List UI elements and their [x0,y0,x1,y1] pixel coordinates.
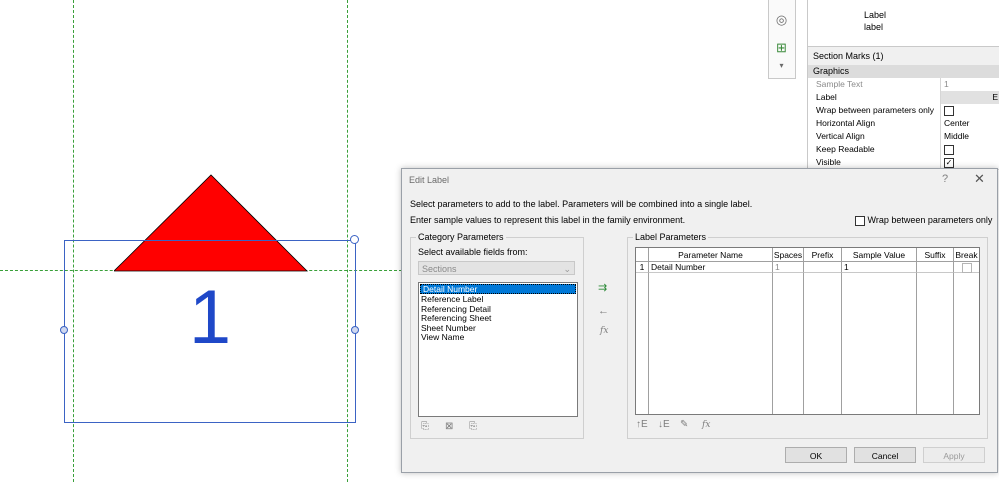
type-label: Label [864,10,887,20]
prop-row-keep-readable: Keep Readable [808,143,999,157]
rotate-handle-icon[interactable] [350,235,359,244]
column-header-prefix[interactable]: Prefix [804,248,842,262]
column-header-break[interactable]: Break [954,248,979,262]
prop-row-sample-text: Sample Text 1 [808,78,999,92]
cancel-button[interactable]: Cancel [854,447,916,463]
wrap-option: Wrap between parameters only [855,215,992,226]
edit-parameter-icon[interactable]: ⊠ [445,421,453,432]
chevron-down-icon[interactable]: ▾ [774,58,789,73]
label-edit-button[interactable]: E [940,91,999,104]
column-header-parameter-name[interactable]: Parameter Name [649,248,773,262]
available-fields-list[interactable]: Detail Number Reference Label Referencin… [418,282,578,417]
delete-parameter-icon[interactable]: ⎘ [469,421,477,432]
instruction-text-1: Select parameters to add to the label. P… [410,199,753,209]
add-parameter-icon[interactable]: ⇉ [598,281,607,294]
steering-wheel-icon[interactable]: ◎ [774,12,789,27]
navigation-bar: ◎ ⊞ ▾ [768,0,796,79]
cell-parameter-name[interactable]: Detail Number [649,262,773,273]
properties-palette: Label label Section Marks (1) Graphics S… [807,0,999,170]
help-icon[interactable]: ? [942,173,948,185]
cell-spaces[interactable]: 1 [773,262,804,273]
column-header-suffix[interactable]: Suffix [917,248,954,262]
chevron-down-icon: ⌄ [563,264,571,274]
label-parameters-legend: Label Parameters [633,232,709,242]
row-number-header [636,248,649,262]
type-selector[interactable]: Label label [808,0,999,47]
instance-selector[interactable]: Section Marks (1) [813,51,884,61]
prop-row-vertical-align: Vertical Align Middle [808,130,999,144]
remove-parameter-icon[interactable]: ← [598,305,609,317]
formula-edit-icon[interactable]: fx [702,420,710,430]
prop-row-wrap: Wrap between parameters only [808,104,999,118]
keep-readable-checkbox[interactable] [944,144,954,155]
group-graphics-header[interactable]: Graphics [808,65,999,78]
zoom-region-icon[interactable]: ⊞ [774,40,789,55]
fields-label: Select available fields from: [418,247,528,257]
move-up-icon[interactable]: ↑E [636,419,648,430]
cell-sample-value[interactable]: 1 [842,262,917,273]
instruction-text-2: Enter sample values to represent this la… [410,215,686,225]
cell-suffix[interactable] [917,262,954,273]
close-icon[interactable]: ✕ [974,171,985,187]
row-number: 1 [636,262,649,273]
cell-break [954,262,979,273]
category-parameters-legend: Category Parameters [416,232,506,242]
formula-icon[interactable]: fx [600,326,608,336]
left-drag-grip[interactable] [60,326,68,334]
ok-button[interactable]: OK [785,447,847,463]
wrap-parameters-checkbox[interactable] [855,215,865,226]
wrap-checkbox[interactable] [944,105,954,116]
break-checkbox[interactable] [962,262,972,273]
list-item[interactable]: View Name [419,332,577,343]
column-header-spaces[interactable]: Spaces [773,248,804,262]
dialog-title: Edit Label [409,175,450,185]
prop-row-label: Label E [808,91,999,105]
category-select[interactable]: Sections ⌄ [418,261,575,275]
cell-prefix[interactable] [804,262,842,273]
edit-label-dialog: Edit Label ? ✕ Select parameters to add … [401,168,998,473]
type-sublabel: label [864,22,884,32]
detail-number-label[interactable]: 1 [150,280,270,356]
move-down-icon[interactable]: ↓E [658,419,670,430]
right-drag-grip[interactable] [351,326,359,334]
visible-checkbox[interactable]: ✓ [944,157,954,168]
prop-row-horizontal-align: Horizontal Align Center [808,117,999,131]
label-parameters-grid[interactable]: Parameter Name Spaces Prefix Sample Valu… [635,247,980,415]
list-item[interactable]: Detail Number [420,284,576,294]
wrap-parameters-label: Wrap between parameters only [867,215,993,225]
column-header-sample-value[interactable]: Sample Value [842,248,917,262]
edit-sample-icon[interactable]: ✎ [680,419,688,430]
apply-button[interactable]: Apply [923,447,985,463]
new-parameter-icon[interactable]: ⎘ [421,421,429,432]
